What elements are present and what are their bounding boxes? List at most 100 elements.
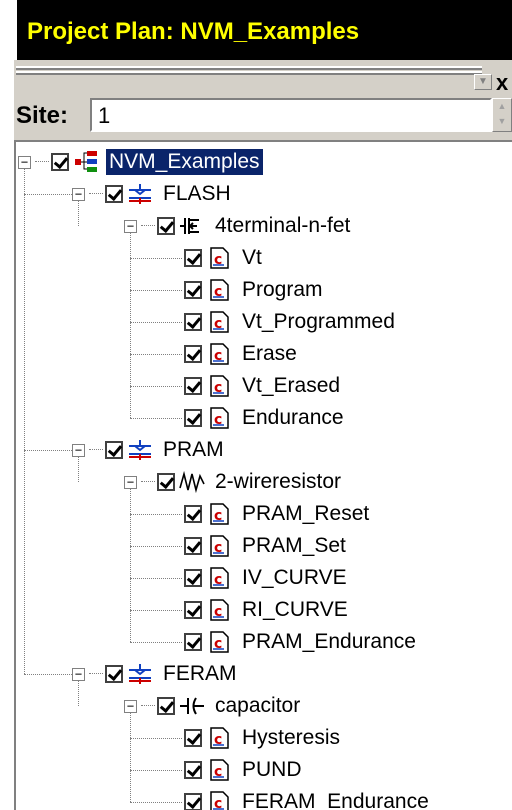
tree-connector xyxy=(130,258,182,259)
tree-item-test[interactable]: c Endurance xyxy=(184,402,347,434)
checkbox[interactable] xyxy=(184,569,202,587)
checkbox[interactable] xyxy=(184,281,202,299)
tree-item-test[interactable]: c Erase xyxy=(184,338,300,370)
dropdown-button[interactable]: ▼ xyxy=(474,74,492,90)
tree-item-label: PRAM_Reset xyxy=(242,502,370,525)
collapse-icon[interactable]: − xyxy=(72,443,85,457)
checkbox[interactable] xyxy=(184,729,202,747)
site-input[interactable]: 1 xyxy=(90,98,492,132)
checkbox[interactable] xyxy=(184,633,202,651)
checkbox[interactable] xyxy=(105,665,123,683)
chevron-down-icon: ▼ xyxy=(478,76,488,87)
tree-connector xyxy=(35,161,49,163)
checkbox[interactable] xyxy=(184,793,202,810)
title-bar[interactable]: Project Plan: NVM_Examples xyxy=(14,0,512,60)
technology-icon xyxy=(126,181,154,207)
tree-item-test[interactable]: c FERAM_Endurance xyxy=(184,786,432,810)
checkbox[interactable] xyxy=(51,153,69,171)
checkbox[interactable] xyxy=(184,377,202,395)
tree-connector xyxy=(78,457,79,482)
spin-up-icon[interactable]: ▲ xyxy=(493,99,511,114)
checkbox[interactable] xyxy=(157,217,175,235)
test-icon: c xyxy=(205,341,233,367)
tree-item-label: FLASH xyxy=(163,182,231,205)
tree-item-label: PRAM_Set xyxy=(242,534,346,557)
collapse-icon[interactable]: − xyxy=(72,667,85,681)
site-row: Site: 1 ▲ ▼ xyxy=(14,96,512,136)
site-spinner[interactable]: ▲ ▼ xyxy=(492,98,512,132)
tree-connector xyxy=(24,674,72,675)
tree-item-test[interactable]: c Vt_Erased xyxy=(184,370,343,402)
tree-item-root[interactable]: − NVM_Examples xyxy=(18,146,263,178)
tree-connector xyxy=(141,705,155,707)
collapse-icon[interactable]: − xyxy=(18,155,31,169)
project-plan-panel: Project Plan: NVM_Examples ▼ x Site: 1 ▲… xyxy=(14,0,512,810)
tree-item-label: Vt xyxy=(242,246,262,269)
tree-item-group[interactable]: − PRAM xyxy=(72,434,227,466)
checkbox[interactable] xyxy=(157,697,175,715)
collapse-icon[interactable]: − xyxy=(124,699,137,713)
toolbar-grip-shadow xyxy=(16,68,482,70)
tree-connector xyxy=(130,233,131,418)
tree-item-test[interactable]: c PRAM_Reset xyxy=(184,498,372,530)
tree-item-test[interactable]: c Hysteresis xyxy=(184,722,343,754)
tree-item-label: Endurance xyxy=(242,406,344,429)
tree-connector xyxy=(130,546,182,547)
tree-item-test[interactable]: c Program xyxy=(184,274,326,306)
tree-item-group[interactable]: − FERAM xyxy=(72,658,240,690)
tree-item-label: 4terminal-n-fet xyxy=(215,214,351,237)
tree-connector xyxy=(24,450,72,451)
collapse-icon[interactable]: − xyxy=(124,475,137,489)
test-icon: c xyxy=(205,629,233,655)
collapse-icon[interactable]: − xyxy=(124,219,137,233)
checkbox[interactable] xyxy=(184,345,202,363)
test-icon: c xyxy=(205,245,233,271)
checkbox[interactable] xyxy=(184,409,202,427)
tree-item-device[interactable]: − 4terminal-n-fet xyxy=(124,210,353,242)
tree-item-label: Erase xyxy=(242,342,297,365)
test-icon: c xyxy=(205,309,233,335)
tree-item-label: capacitor xyxy=(215,694,301,717)
checkbox[interactable] xyxy=(184,537,202,555)
checkbox[interactable] xyxy=(184,601,202,619)
tree-item-test[interactable]: c Vt xyxy=(184,242,265,274)
tree-item-test[interactable]: c PRAM_Endurance xyxy=(184,626,419,658)
tree-item-test[interactable]: c PUND xyxy=(184,754,305,786)
tree-connector xyxy=(130,514,182,515)
tree-item-test[interactable]: c RI_CURVE xyxy=(184,594,351,626)
tree-connector xyxy=(130,578,182,579)
checkbox[interactable] xyxy=(184,313,202,331)
test-icon: c xyxy=(205,405,233,431)
spin-down-icon[interactable]: ▼ xyxy=(493,114,511,129)
test-icon: c xyxy=(205,757,233,783)
technology-icon xyxy=(126,661,154,687)
close-icon[interactable]: x xyxy=(496,70,508,96)
tree-item-device[interactable]: − capacitor xyxy=(124,690,303,722)
tree-connector xyxy=(24,194,72,195)
tree-connector xyxy=(130,489,131,642)
checkbox[interactable] xyxy=(105,185,123,203)
checkbox[interactable] xyxy=(105,441,123,459)
checkbox[interactable] xyxy=(184,505,202,523)
collapse-icon[interactable]: − xyxy=(72,187,85,201)
test-icon: c xyxy=(205,533,233,559)
tree-item-label: NVM_Examples xyxy=(106,149,263,175)
checkbox[interactable] xyxy=(184,761,202,779)
tree-connector xyxy=(141,481,155,483)
project-tree[interactable]: − NVM_Examples − FLASH − 4terminal-n-fet c… xyxy=(14,140,512,810)
tree-connector xyxy=(130,290,182,291)
tree-item-test[interactable]: c IV_CURVE xyxy=(184,562,350,594)
checkbox[interactable] xyxy=(157,473,175,491)
checkbox[interactable] xyxy=(184,249,202,267)
tree-item-group[interactable]: − FLASH xyxy=(72,178,234,210)
tree-connector xyxy=(130,418,182,419)
test-icon: c xyxy=(205,277,233,303)
test-icon: c xyxy=(205,725,233,751)
tree-item-test[interactable]: c PRAM_Set xyxy=(184,530,349,562)
tree-item-test[interactable]: c Vt_Programmed xyxy=(184,306,398,338)
tree-item-label: RI_CURVE xyxy=(242,598,348,621)
tree-item-label: Vt_Programmed xyxy=(242,310,395,333)
tree-item-device[interactable]: − 2-wireresistor xyxy=(124,466,344,498)
tree-item-label: Vt_Erased xyxy=(242,374,341,397)
toolbar: ▼ x xyxy=(14,60,512,96)
